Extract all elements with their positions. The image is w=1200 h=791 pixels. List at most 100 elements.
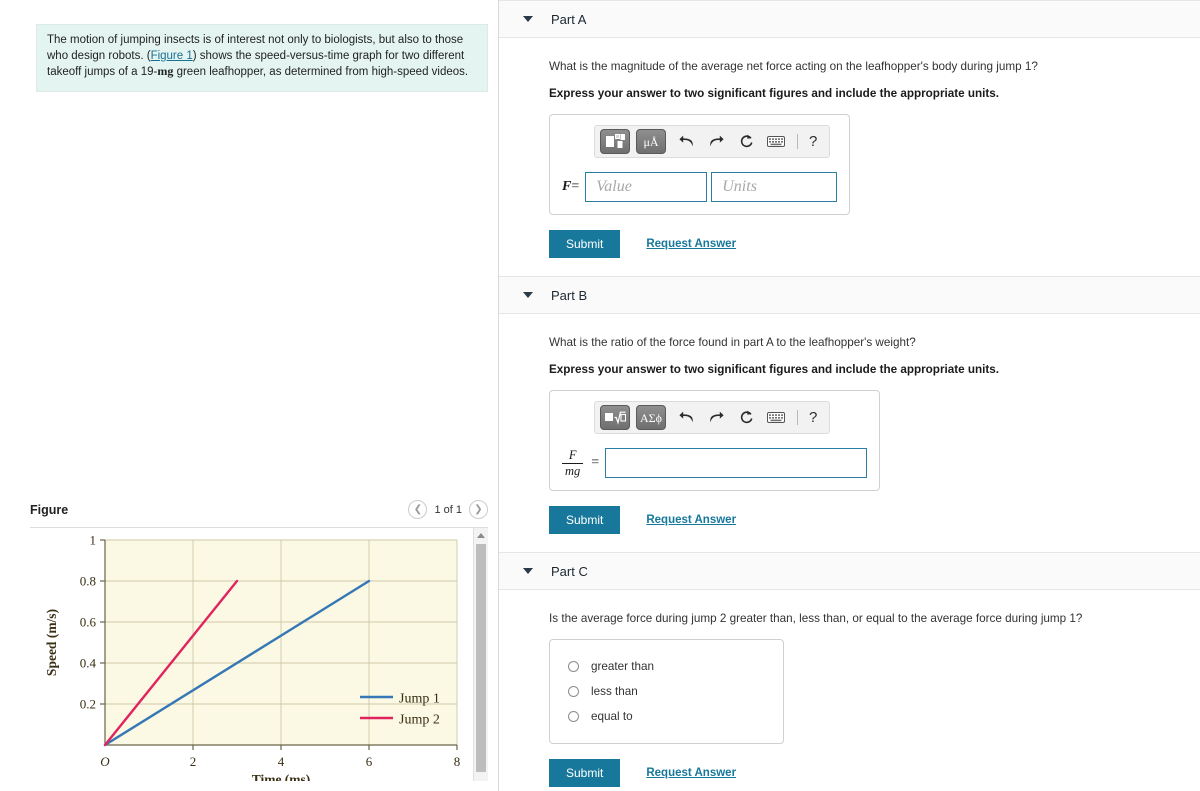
part-header-c[interactable]: Part C [499, 552, 1200, 590]
help-icon[interactable]: ? [805, 409, 821, 426]
units-button[interactable]: μÅ [636, 129, 666, 154]
y-tick-label: 1 [90, 533, 97, 548]
redo-glyph [709, 411, 724, 422]
part-title-b: Part B [551, 287, 588, 303]
x-tick-label: 2 [190, 754, 197, 769]
equals-sign-a: = [571, 179, 580, 194]
undo-icon[interactable] [672, 130, 700, 154]
request-answer-link-a[interactable]: Request Answer [646, 238, 736, 250]
problem-mass-unit: mg [157, 64, 174, 78]
x-tick-label: 8 [454, 754, 461, 769]
undo-glyph [678, 135, 693, 146]
question-text-a: What is the magnitude of the average net… [549, 60, 1038, 73]
instruction-text-b: Express your answer to two significant f… [549, 363, 1000, 376]
chevron-left-icon[interactable]: ❮ [408, 500, 428, 519]
actions-c: Submit Request Answer [549, 759, 1176, 787]
fraction-label-b: F mg [562, 448, 584, 478]
value-input-a[interactable] [585, 172, 708, 202]
y-tick-label: 0.2 [80, 697, 96, 712]
part-section-c: Part C Is the average force during jump … [499, 552, 1200, 791]
reset-icon[interactable] [732, 406, 760, 430]
radio-button-icon[interactable] [568, 711, 579, 722]
answer-input-row-a: F= [562, 172, 838, 202]
figure-canvas: 0.2 0.4 0.6 0.8 1 O 2 4 6 8 Time (ms) Speed (m/s) Ju… [30, 528, 473, 782]
equals-symbol-b: = [591, 455, 600, 470]
keyboard-glyph [767, 136, 785, 147]
units-button-label: μÅ [643, 134, 659, 149]
fraction-denominator-b: mg [562, 462, 584, 478]
submit-button-a[interactable]: Submit [549, 230, 621, 258]
radio-button-icon[interactable] [568, 661, 579, 672]
variable-symbol-a: F [562, 179, 572, 194]
choice-label: greater than [591, 660, 655, 673]
y-tick-label: 0.6 [80, 615, 97, 630]
x-axis-title: Time (ms) [252, 772, 311, 781]
caret-down-icon[interactable] [523, 292, 533, 298]
scrollbar-thumb[interactable] [476, 544, 486, 772]
undo-icon[interactable] [672, 406, 700, 430]
part-title-a: Part A [551, 11, 587, 27]
request-answer-link-c[interactable]: Request Answer [646, 767, 736, 779]
chart-svg: 0.2 0.4 0.6 0.8 1 O 2 4 6 8 Time (ms) Speed (m/s) Ju… [44, 533, 461, 782]
reset-glyph [740, 410, 752, 424]
variable-label-a: F= [562, 179, 579, 195]
chevron-right-icon[interactable]: ❯ [469, 500, 488, 519]
y-axis-title: Speed (m/s) [44, 609, 59, 676]
choice-label: less than [591, 685, 638, 698]
help-icon[interactable]: ? [805, 133, 821, 150]
figure-scrollbar[interactable] [473, 528, 488, 781]
submit-button-b[interactable]: Submit [549, 506, 621, 534]
greek-symbols-button[interactable]: ΑΣϕ [636, 405, 666, 430]
problem-pane: The motion of jumping insects is of inte… [0, 0, 499, 791]
answer-input-row-b: F mg = [562, 448, 868, 478]
math-toolbar-b: ΑΣϕ ? [594, 401, 831, 434]
problem-text-part3: green leafhopper, as determined from hig… [173, 66, 469, 78]
submit-button-c[interactable]: Submit [549, 759, 621, 787]
reset-glyph [740, 134, 752, 148]
toolbar-divider [797, 134, 798, 149]
x-tick-label: O [100, 754, 110, 769]
y-tick-label: 0.8 [80, 574, 96, 589]
part-section-b: Part B What is the ratio of the force fo… [499, 276, 1200, 552]
caret-down-icon[interactable] [523, 16, 533, 22]
choice-option[interactable]: equal to [550, 704, 783, 729]
units-input-a[interactable] [711, 172, 838, 202]
figure-header: Figure ❮ 1 of 1 ❯ [30, 500, 488, 527]
answer-pane: Part A What is the magnitude of the aver… [499, 0, 1200, 791]
redo-icon[interactable] [702, 130, 730, 154]
choice-list-c: greater than less than equal to [549, 639, 784, 744]
radio-button-icon[interactable] [568, 686, 579, 697]
part-header-b[interactable]: Part B [499, 276, 1200, 314]
scroll-up-arrow-icon[interactable] [474, 528, 488, 542]
x-tick-label: 4 [278, 754, 285, 769]
math-template-icon[interactable] [600, 129, 630, 154]
figure-1-link[interactable]: Figure 1 [151, 50, 193, 62]
part-header-a[interactable]: Part A [499, 0, 1200, 38]
greek-symbols-label: ΑΣϕ [640, 410, 662, 425]
caret-down-icon[interactable] [523, 568, 533, 574]
choice-option[interactable]: less than [550, 679, 783, 704]
keyboard-icon[interactable] [762, 406, 790, 430]
redo-glyph [709, 135, 724, 146]
request-answer-link-b[interactable]: Request Answer [646, 514, 736, 526]
choice-option[interactable]: greater than [550, 654, 783, 679]
sqrt-glyph [604, 411, 626, 425]
keyboard-glyph [767, 412, 785, 423]
choice-label: equal to [591, 710, 633, 723]
problem-statement-box: The motion of jumping insects is of inte… [36, 24, 488, 92]
undo-glyph [678, 411, 693, 422]
question-text-c: Is the average force during jump 2 great… [549, 612, 1083, 625]
redo-icon[interactable] [702, 406, 730, 430]
sqrt-template-icon[interactable] [600, 405, 630, 430]
math-toolbar-a: μÅ ? [594, 125, 831, 158]
page-root: The motion of jumping insects is of inte… [0, 0, 1200, 791]
answer-input-b[interactable] [605, 448, 868, 478]
problem-statement-text: The motion of jumping insects is of inte… [47, 33, 477, 81]
figure-counter: 1 of 1 [434, 503, 462, 516]
keyboard-icon[interactable] [762, 130, 790, 154]
reset-icon[interactable] [732, 130, 760, 154]
fraction-numerator-b: F [568, 448, 577, 463]
actions-a: Submit Request Answer [549, 230, 1176, 258]
legend-label: Jump 2 [399, 713, 440, 728]
figure-panel: Figure ❮ 1 of 1 ❯ 0.2 0.4 0.6 0.8 1 O 2 4 6 8 Time… [30, 500, 488, 781]
